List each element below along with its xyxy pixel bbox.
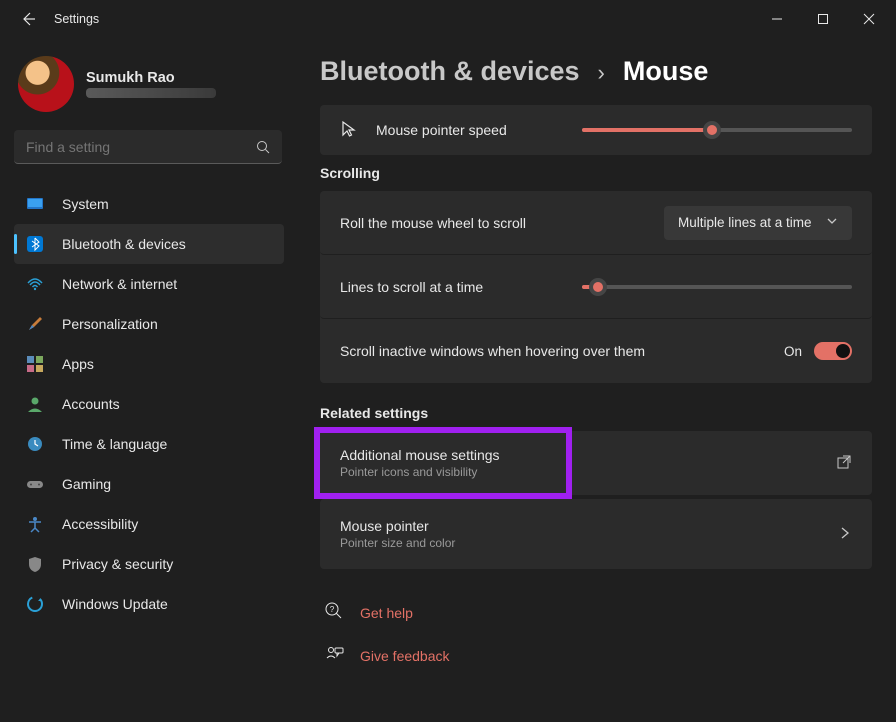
get-help-link[interactable]: ? Get help — [320, 595, 872, 638]
gamepad-icon — [26, 475, 44, 493]
breadcrumb-current: Mouse — [623, 56, 709, 87]
back-button[interactable] — [20, 11, 36, 27]
inactive-scroll-state: On — [784, 344, 802, 359]
titlebar: Settings — [0, 0, 896, 38]
sidebar-item-network[interactable]: Network & internet — [14, 264, 284, 304]
profile-email-redacted — [86, 88, 216, 98]
mouse-pointer-title: Mouse pointer — [340, 518, 836, 534]
sidebar-item-gaming[interactable]: Gaming — [14, 464, 284, 504]
card-additional-mouse-settings[interactable]: Additional mouse settings Pointer icons … — [320, 431, 872, 495]
mouse-pointer-sub: Pointer size and color — [340, 536, 836, 550]
avatar — [18, 56, 74, 112]
sidebar-item-accounts[interactable]: Accounts — [14, 384, 284, 424]
search-box[interactable] — [14, 130, 282, 164]
close-button[interactable] — [846, 3, 892, 35]
paintbrush-icon — [26, 315, 44, 333]
minimize-button[interactable] — [754, 3, 800, 35]
update-icon — [26, 595, 44, 613]
give-feedback-label: Give feedback — [360, 648, 450, 664]
wifi-icon — [26, 275, 44, 293]
chevron-right-icon: › — [598, 60, 605, 86]
sidebar-item-bluetooth[interactable]: Bluetooth & devices — [14, 224, 284, 264]
inactive-scroll-toggle[interactable] — [814, 342, 852, 360]
roll-wheel-label: Roll the mouse wheel to scroll — [340, 215, 664, 231]
chevron-right-icon — [838, 526, 852, 543]
sidebar-item-accessibility[interactable]: Accessibility — [14, 504, 284, 544]
help-icon: ? — [324, 601, 344, 624]
card-pointer-speed: Mouse pointer speed — [320, 105, 872, 155]
bluetooth-icon — [26, 235, 44, 253]
profile-block[interactable]: Sumukh Rao — [14, 50, 284, 126]
breadcrumb-parent[interactable]: Bluetooth & devices — [320, 56, 580, 87]
roll-wheel-dropdown[interactable]: Multiple lines at a time — [664, 206, 852, 240]
person-icon — [26, 395, 44, 413]
get-help-label: Get help — [360, 605, 413, 621]
clock-icon — [26, 435, 44, 453]
sidebar: Sumukh Rao System Bluetooth & devices Ne… — [0, 38, 296, 722]
shield-icon — [26, 555, 44, 573]
related-header: Related settings — [320, 405, 872, 421]
additional-settings-title: Additional mouse settings — [340, 447, 500, 463]
accessibility-icon — [26, 515, 44, 533]
card-lines-scroll: Lines to scroll at a time — [320, 255, 872, 319]
window-title: Settings — [54, 12, 99, 26]
feedback-icon — [324, 644, 344, 667]
external-link-icon — [836, 454, 852, 473]
main-content: Bluetooth & devices › Mouse Mouse pointe… — [296, 38, 896, 722]
breadcrumb: Bluetooth & devices › Mouse — [320, 56, 872, 87]
lines-scroll-slider[interactable] — [582, 285, 852, 289]
display-icon — [26, 195, 44, 213]
search-input[interactable] — [26, 139, 246, 155]
maximize-button[interactable] — [800, 3, 846, 35]
apps-icon — [26, 355, 44, 373]
sidebar-item-apps[interactable]: Apps — [14, 344, 284, 384]
inactive-scroll-label: Scroll inactive windows when hovering ov… — [340, 343, 784, 359]
card-roll-wheel: Roll the mouse wheel to scroll Multiple … — [320, 191, 872, 255]
svg-text:?: ? — [330, 605, 335, 614]
additional-settings-sub: Pointer icons and visibility — [340, 465, 477, 479]
lines-scroll-label: Lines to scroll at a time — [340, 279, 582, 295]
pointer-speed-label: Mouse pointer speed — [376, 122, 582, 138]
search-icon — [256, 140, 270, 154]
roll-wheel-value: Multiple lines at a time — [678, 215, 812, 230]
card-inactive-scroll: Scroll inactive windows when hovering ov… — [320, 319, 872, 383]
sidebar-item-time[interactable]: Time & language — [14, 424, 284, 464]
sidebar-item-personalization[interactable]: Personalization — [14, 304, 284, 344]
sidebar-item-update[interactable]: Windows Update — [14, 584, 284, 624]
chevron-down-icon — [826, 215, 838, 230]
profile-name: Sumukh Rao — [86, 70, 216, 86]
sidebar-item-system[interactable]: System — [14, 184, 284, 224]
scrolling-header: Scrolling — [320, 165, 872, 181]
pointer-speed-slider[interactable] — [582, 128, 852, 132]
cursor-icon — [340, 120, 358, 141]
sidebar-item-privacy[interactable]: Privacy & security — [14, 544, 284, 584]
give-feedback-link[interactable]: Give feedback — [320, 638, 872, 681]
card-mouse-pointer[interactable]: Mouse pointer Pointer size and color — [320, 499, 872, 569]
